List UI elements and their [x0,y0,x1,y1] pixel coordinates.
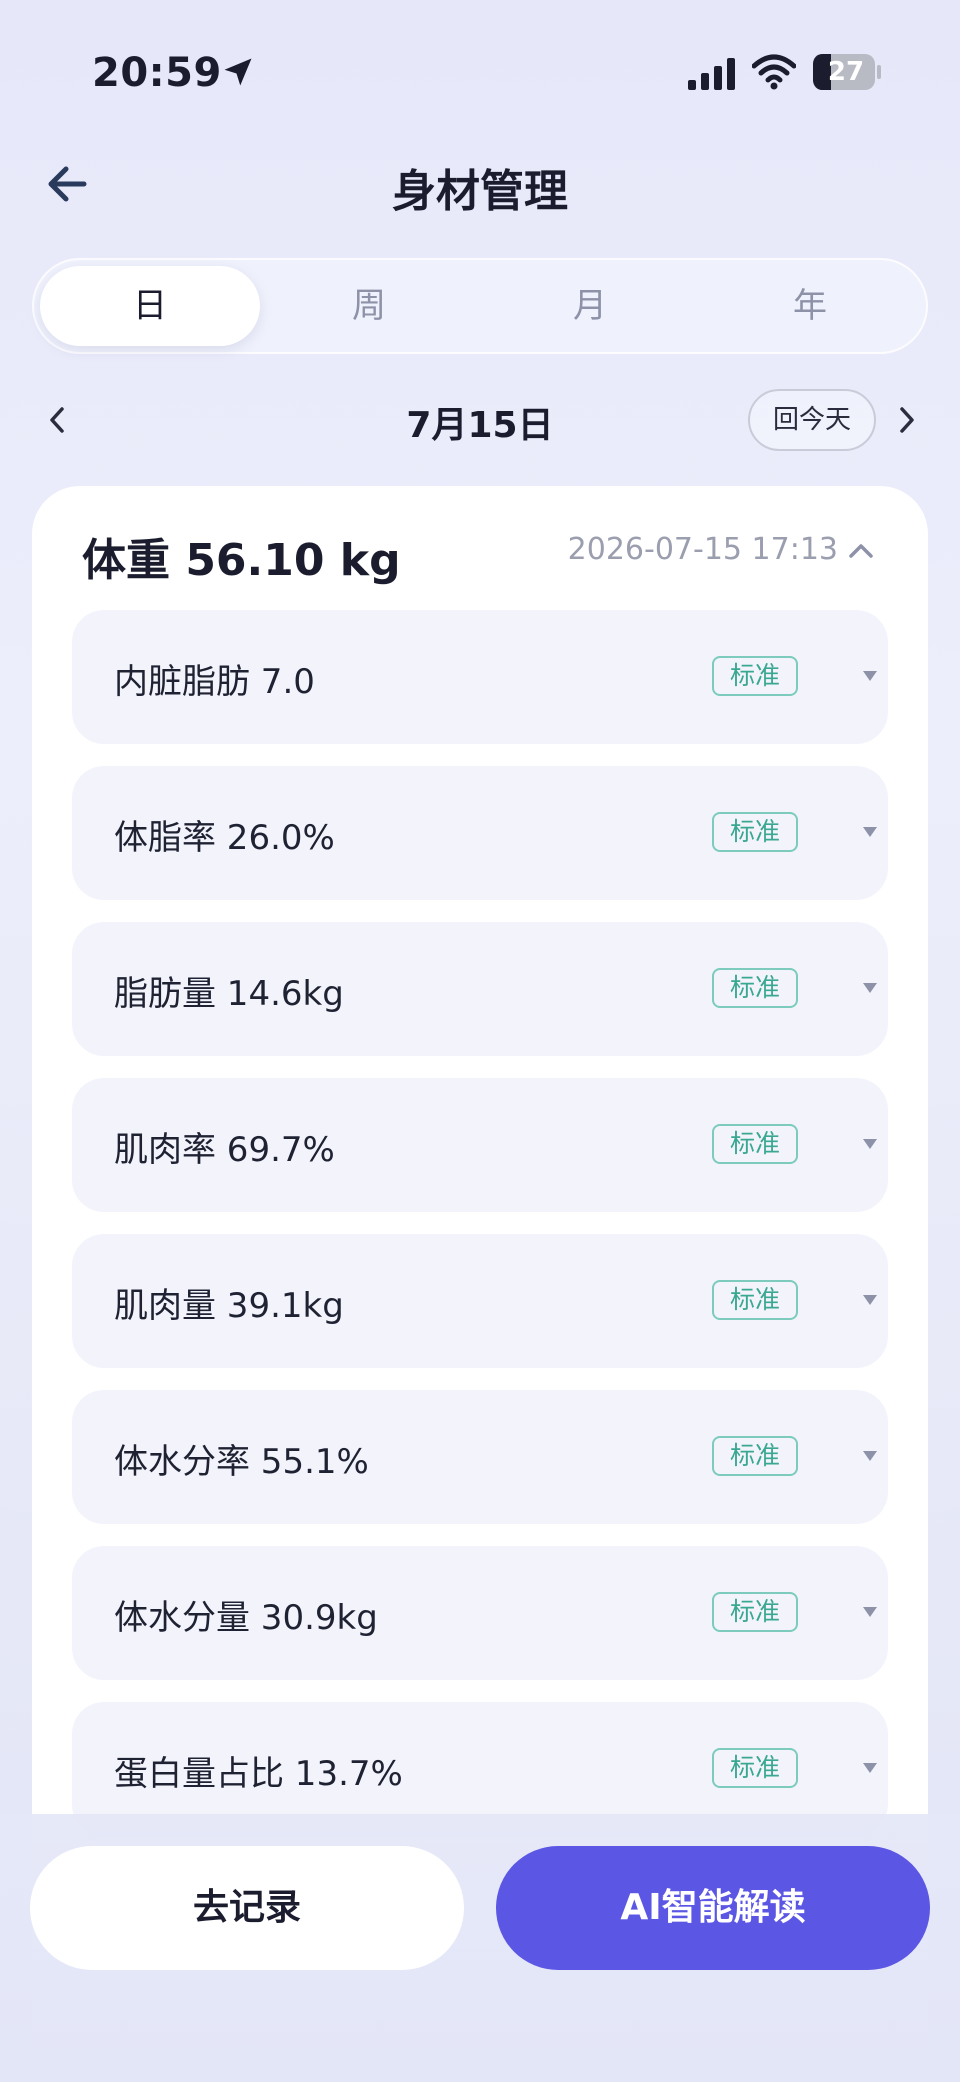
metric-text: 肌肉率 69.7% [114,1130,335,1170]
metric-text: 体水分量 30.9kg [114,1598,378,1638]
tab-month[interactable]: 月 [480,266,700,346]
tab-day[interactable]: 日 [40,266,260,346]
next-date-chevron-icon[interactable] [892,402,922,438]
metric-text: 蛋白量占比 13.7% [114,1754,403,1794]
status-badge: 标准 [712,1280,798,1320]
status-bar: 20:59 27 [0,44,960,100]
weight-timestamp: 2026-07-15 17:13 [567,532,838,567]
metric-row-muscle-mass[interactable]: 肌肉量 39.1kg 标准 [72,1234,888,1368]
metric-text: 肌肉量 39.1kg [114,1286,344,1326]
metric-row-water-mass[interactable]: 体水分量 30.9kg 标准 [72,1546,888,1680]
metric-text: 内脏脂肪 7.0 [114,662,315,702]
status-badge: 标准 [712,1436,798,1476]
location-arrow-icon [224,58,252,86]
battery-level: 27 [827,57,865,87]
page-title: 身材管理 [392,166,568,217]
status-badge: 标准 [712,1124,798,1164]
metric-text: 体脂率 26.0% [114,818,335,858]
tab-week[interactable]: 周 [259,266,479,346]
caret-down-icon[interactable] [862,1294,878,1306]
go-record-button[interactable]: 去记录 [30,1846,464,1970]
wifi-icon [752,54,796,90]
chevron-up-icon[interactable] [846,536,876,566]
metric-text: 脂肪量 14.6kg [114,974,344,1014]
caret-down-icon[interactable] [862,1762,878,1774]
period-tab-bar: 日 周 月 年 [32,258,928,354]
metric-row-visceral-fat[interactable]: 内脏脂肪 7.0 标准 [72,610,888,744]
weight-value: 体重 56.10 kg [82,535,401,586]
cellular-signal-icon [688,58,735,90]
caret-down-icon[interactable] [862,982,878,994]
status-badge: 标准 [712,1748,798,1788]
status-badge: 标准 [712,968,798,1008]
bottom-action-bar: 去记录 AI智能解读 [0,1814,960,2082]
caret-down-icon[interactable] [862,1138,878,1150]
ai-interpret-button[interactable]: AI智能解读 [496,1846,930,1970]
status-badge: 标准 [712,1592,798,1632]
metric-row-body-fat-rate[interactable]: 体脂率 26.0% 标准 [72,766,888,900]
metric-row-muscle-rate[interactable]: 肌肉率 69.7% 标准 [72,1078,888,1212]
status-time: 20:59 [92,50,222,96]
metric-row-water-rate[interactable]: 体水分率 55.1% 标准 [72,1390,888,1524]
status-badge: 标准 [712,812,798,852]
metric-text: 体水分率 55.1% [114,1442,369,1482]
metric-row-fat-mass[interactable]: 脂肪量 14.6kg 标准 [72,922,888,1056]
caret-down-icon[interactable] [862,1450,878,1462]
caret-down-icon[interactable] [862,670,878,682]
back-to-today-button[interactable]: 回今天 [748,389,876,451]
tab-year[interactable]: 年 [700,266,920,346]
caret-down-icon[interactable] [862,826,878,838]
caret-down-icon[interactable] [862,1606,878,1618]
status-badge: 标准 [712,656,798,696]
